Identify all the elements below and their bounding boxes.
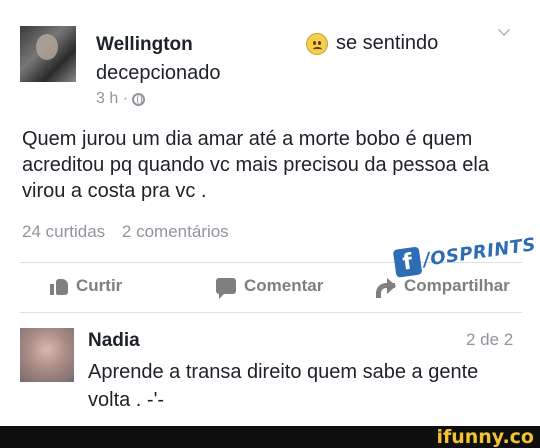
thumbs-up-icon (50, 277, 68, 295)
comment-bubble-icon (216, 278, 236, 299)
facebook-post-card: Wellington se sentindo decepcionado 3 h … (0, 0, 540, 426)
footer-bar: ifunny.co (0, 426, 540, 448)
author-name[interactable]: Wellington (96, 34, 193, 56)
commenter-name[interactable]: Nadia (88, 330, 140, 352)
comment-counter: 2 de 2 (466, 330, 514, 349)
comments-count[interactable]: 2 comentários (122, 222, 229, 241)
comment-button[interactable]: Comentar (216, 276, 324, 299)
post-stats: 24 curtidas 2 comentários (22, 222, 229, 242)
divider (20, 312, 522, 313)
chevron-down-icon[interactable] (498, 24, 510, 36)
watermark-text: /OSPRINTS (421, 233, 538, 271)
commenter-avatar[interactable] (20, 328, 74, 382)
like-button[interactable]: Curtir (50, 276, 122, 296)
share-label: Compartilhar (404, 276, 510, 295)
share-arrow-icon (376, 278, 396, 298)
ifunny-logo: ifunny.co (436, 426, 534, 448)
feeling-prefix: se sentindo (336, 32, 439, 54)
feeling-status: se sentindo (306, 32, 438, 55)
post-text: Quem jurou um dia amar até a morte bobo … (22, 128, 489, 202)
author-avatar[interactable] (20, 26, 76, 82)
facebook-logo-icon: f (392, 246, 423, 278)
likes-count[interactable]: 24 curtidas (22, 222, 105, 241)
sad-face-icon (306, 32, 328, 55)
post-meta: 3 h · (96, 90, 146, 108)
like-label: Curtir (76, 276, 123, 295)
comment-label: Comentar (244, 276, 324, 295)
globe-icon (132, 92, 146, 106)
avatar-face (36, 34, 58, 60)
action-bar: Curtir Comentar Compartilhar (0, 270, 540, 304)
comment-text: Aprende a transa direito quem sabe a gen… (88, 361, 479, 411)
share-button[interactable]: Compartilhar (376, 276, 510, 298)
post-time[interactable]: 3 h · (96, 90, 128, 108)
feeling-text: decepcionado (96, 62, 221, 84)
